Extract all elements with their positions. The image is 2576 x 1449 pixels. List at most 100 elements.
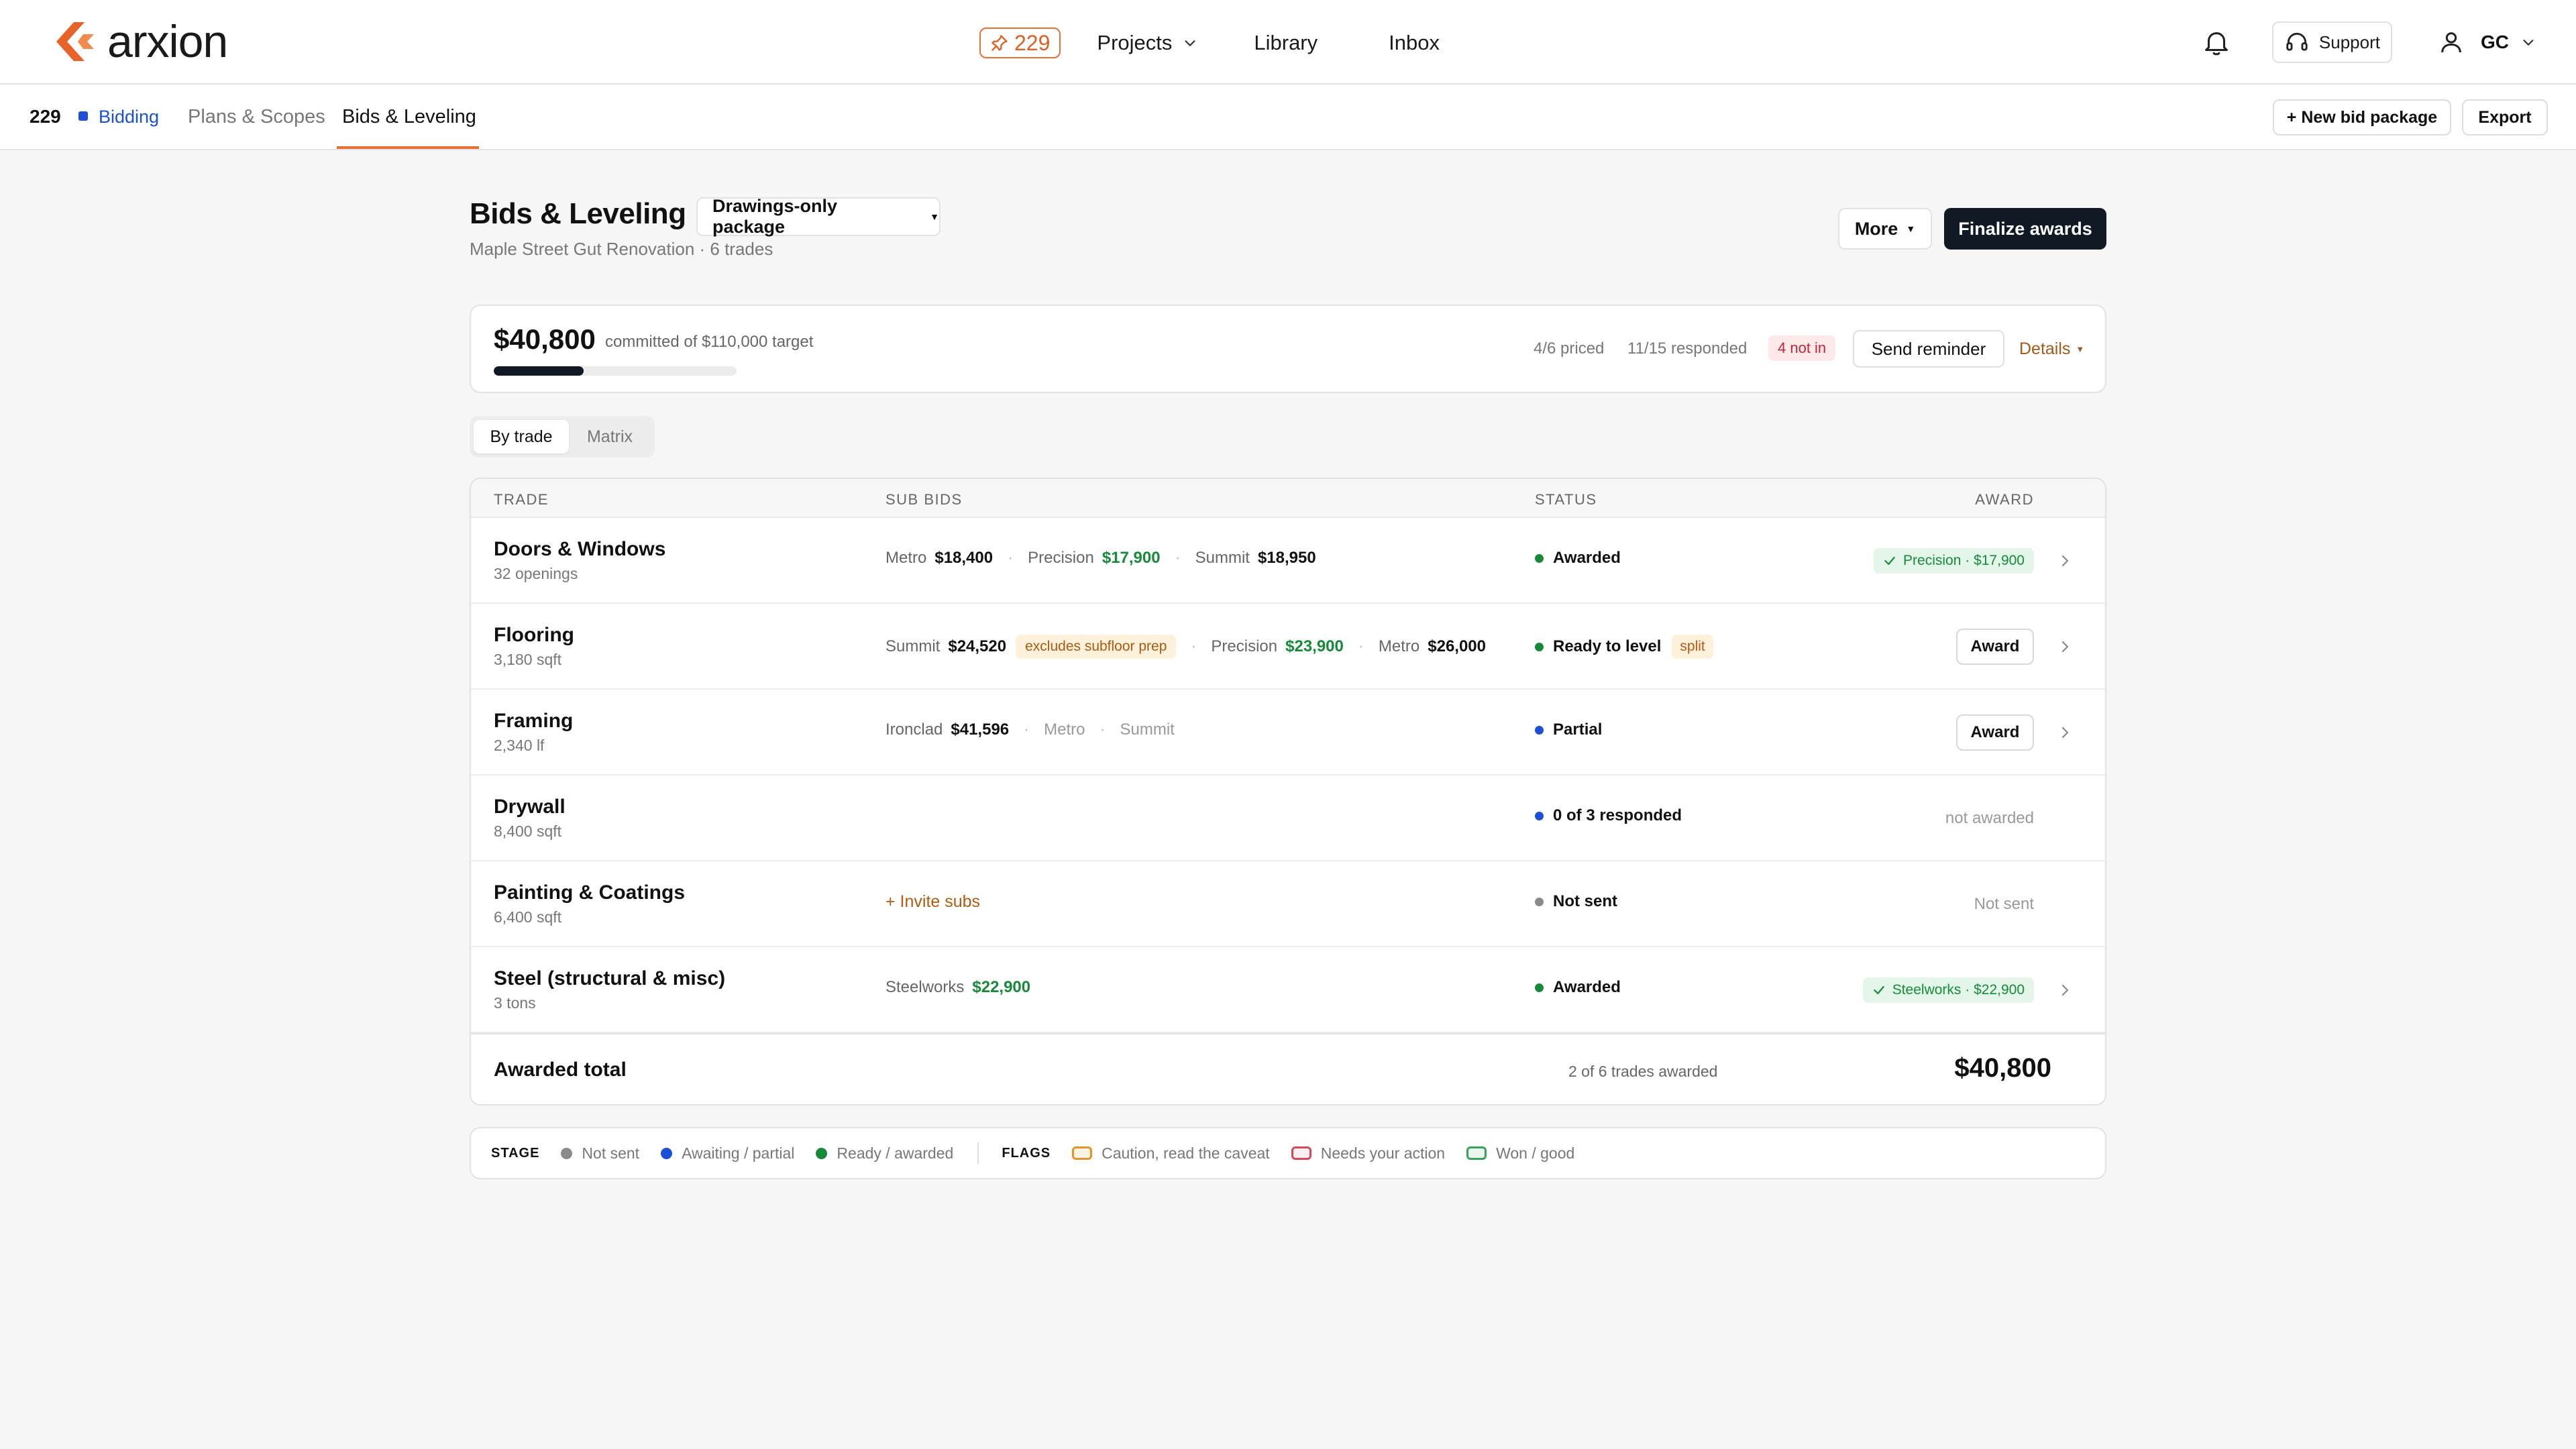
tab-plans-scopes[interactable]: Plans & Scopes <box>188 106 325 128</box>
nav-projects[interactable]: Projects <box>1097 31 1197 55</box>
tab-bids-leveling[interactable]: Bids & Leveling <box>342 106 476 128</box>
table-row[interactable]: Framing 2,340 lf Ironclad $41,596 · Metro · Sum… <box>471 690 2105 775</box>
status-label: Awarded <box>1553 978 1621 996</box>
legend-flag-item: Needs your action <box>1291 1144 1445 1163</box>
trades-awarded-count: 2 of 6 trades awarded <box>1568 1063 1718 1080</box>
bidder-name: Metro <box>1044 720 1085 739</box>
table-row[interactable]: Doors & Windows 32 openings Metro $18,400 · P… <box>471 518 2105 604</box>
project-subtitle: Maple Street Gut Renovation · 6 trades <box>470 239 773 259</box>
award-cell: Award <box>1956 627 2034 667</box>
legend-dot <box>661 1147 673 1159</box>
pinned-project-badge[interactable]: 229 <box>979 28 1061 58</box>
legend-item-label: Caution, read the caveat <box>1102 1144 1270 1162</box>
sub-bids: Steelworks $22,900 <box>885 978 1030 997</box>
user-menu[interactable]: GC <box>2438 29 2536 56</box>
award-chip-label: Steelworks · $22,900 <box>1892 982 2025 998</box>
award-status-text: Not sent <box>1974 895 2034 913</box>
award-button[interactable]: Award <box>1956 629 2034 665</box>
legend-swatch <box>1072 1146 1093 1160</box>
notifications-button[interactable] <box>2201 27 2232 58</box>
bid-amount[interactable]: $41,596 <box>951 720 1009 739</box>
legend-item-label: Awaiting / partial <box>682 1144 795 1162</box>
status-cell: Ready to level split <box>1535 635 1713 659</box>
project-number: 229 <box>30 106 61 127</box>
bid-separator: · <box>1024 720 1030 739</box>
send-reminder-button[interactable]: Send reminder <box>1853 330 2004 368</box>
bidder-name: Ironclad <box>885 720 943 739</box>
caret-down-icon: ▼ <box>1906 223 1916 234</box>
bid-amount[interactable]: $26,000 <box>1428 637 1486 656</box>
sub-bids: Summit $24,520 excludes subfloor prep · Prec… <box>885 635 1486 659</box>
award-chip: Precision · $17,900 <box>1874 548 2034 574</box>
bidder-name: Summit <box>885 637 941 655</box>
table-row[interactable]: Painting & Coatings 6,400 sqft + Invite su… <box>471 861 2105 947</box>
view-matrix[interactable]: Matrix <box>570 420 649 453</box>
top-navigation-bar: arxion 229 Projects Library Inbox Suppor… <box>0 0 2576 85</box>
export-button[interactable]: Export <box>2462 99 2548 136</box>
bell-icon <box>2205 32 2228 56</box>
row-expand-button[interactable] <box>2057 724 2073 741</box>
support-button[interactable]: Support <box>2271 21 2392 63</box>
bid-amount[interactable]: $22,900 <box>972 978 1030 997</box>
legend-stage-heading: STAGE <box>491 1145 540 1161</box>
invite-subs-link[interactable]: + Invite subs <box>885 892 980 912</box>
column-header-trade: TRADE <box>494 491 549 508</box>
check-icon <box>1884 556 1895 566</box>
trade-quantity: 6,400 sqft <box>494 908 562 926</box>
table-row[interactable]: Flooring 3,180 sqft Summit $24,520 excludes … <box>471 604 2105 690</box>
status-label: 0 of 3 responded <box>1553 806 1682 824</box>
arxion-logo-icon <box>56 22 94 61</box>
legend-item-label: Not sent <box>582 1144 640 1162</box>
column-header-award: AWARD <box>1975 491 2034 508</box>
table-row[interactable]: Steel (structural & misc) 3 tons Steelwork… <box>471 947 2105 1033</box>
details-toggle[interactable]: Details ▼ <box>2019 339 2084 359</box>
main-nav: 229 Projects Library Inbox <box>979 24 1440 62</box>
nav-projects-label: Projects <box>1097 31 1173 54</box>
row-expand-button[interactable] <box>2057 639 2073 655</box>
bid-amount[interactable]: $23,900 <box>1285 637 1344 656</box>
view-by-trade[interactable]: By trade <box>474 420 569 453</box>
package-selector-label: Drawings-only package <box>712 196 838 237</box>
legend-flags-heading: FLAGS <box>1002 1145 1051 1161</box>
bidder-name: Metro <box>885 549 927 567</box>
split-tag: split <box>1672 635 1713 659</box>
finalize-awards-button[interactable]: Finalize awards <box>1944 208 2106 250</box>
legend-stage-item: Ready / awarded <box>816 1144 953 1163</box>
new-bid-package-button[interactable]: + New bid package <box>2273 99 2451 136</box>
row-expand-button[interactable] <box>2057 982 2073 998</box>
trade-quantity: 3,180 sqft <box>494 651 562 668</box>
status-cell: Awarded <box>1535 549 1621 568</box>
commitment-progress-bar <box>494 366 737 376</box>
legend-swatch <box>1466 1146 1487 1160</box>
active-tab-underline <box>337 146 479 149</box>
bidder-name: Summit <box>1195 549 1250 567</box>
bid-amount[interactable]: $18,950 <box>1258 549 1316 568</box>
trade-name: Painting & Coatings <box>494 881 685 904</box>
status-label: Partial <box>1553 720 1603 739</box>
committed-target-text: committed of $110,000 target <box>605 333 814 351</box>
status-label: Not sent <box>1553 892 1617 910</box>
brand-logo[interactable]: arxion <box>54 19 228 64</box>
trade-name: Doors & Windows <box>494 538 666 560</box>
award-cell: not awarded <box>1945 798 2034 839</box>
bid-amount[interactable]: $17,900 <box>1102 549 1161 568</box>
package-selector[interactable]: Drawings-only package ▼ <box>696 196 941 237</box>
chevron-right-icon <box>2061 555 2069 567</box>
caret-down-icon: ▼ <box>930 211 939 222</box>
more-menu-button[interactable]: More ▼ <box>1838 208 1932 250</box>
trade-name: Flooring <box>494 624 574 646</box>
table-header: TRADE SUB BIDS STATUS AWARD <box>471 479 2105 518</box>
nav-inbox[interactable]: Inbox <box>1389 31 1440 55</box>
bid-amount[interactable]: $24,520 <box>948 637 1006 656</box>
table-row[interactable]: Drywall 8,400 sqft 0 of 3 responded not awa… <box>471 775 2105 861</box>
bid-amount[interactable]: $18,400 <box>934 549 993 568</box>
award-chip-label: Precision · $17,900 <box>1903 553 2025 568</box>
pinned-project-number: 229 <box>1014 30 1051 55</box>
not-in-badge: 4 not in <box>1768 335 1836 361</box>
row-expand-button[interactable] <box>2057 553 2073 569</box>
sub-bids: + Invite subs <box>885 892 980 912</box>
nav-library[interactable]: Library <box>1254 31 1318 55</box>
project-stage-link[interactable]: Bidding <box>99 107 159 127</box>
award-button[interactable]: Award <box>1956 714 2034 751</box>
chevron-right-icon <box>2061 727 2069 739</box>
